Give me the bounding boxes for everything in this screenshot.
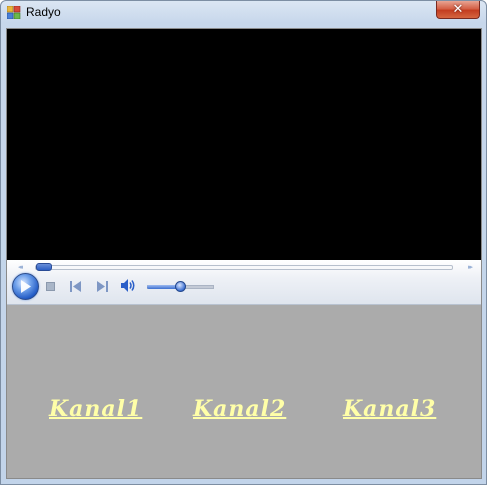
seek-thumb[interactable] xyxy=(36,263,52,271)
seek-back-icon[interactable]: ◂◂ xyxy=(18,263,23,271)
channel-link-1[interactable]: Kanal1 xyxy=(49,396,142,422)
play-icon xyxy=(21,280,31,293)
close-icon: ✕ xyxy=(452,2,464,17)
volume-icon[interactable] xyxy=(121,279,137,292)
previous-button[interactable] xyxy=(70,281,82,292)
client-area: ◂◂ ▸▸ Kanal1 Kanal2 Kanal3 xyxy=(6,28,482,479)
media-player[interactable]: ◂◂ ▸▸ xyxy=(7,29,481,305)
main-window: Radyo ✕ ◂◂ ▸▸ Kanal1 Kanal2 Kanal3 xyxy=(0,0,487,485)
volume-thumb[interactable] xyxy=(175,281,186,292)
seek-forward-icon[interactable]: ▸▸ xyxy=(468,263,473,271)
video-display[interactable] xyxy=(7,29,481,260)
play-button[interactable] xyxy=(12,273,39,300)
player-controls: ◂◂ ▸▸ xyxy=(7,260,481,305)
window-title: Radyo xyxy=(26,5,61,19)
channel-link-3[interactable]: Kanal3 xyxy=(343,396,436,422)
app-icon xyxy=(7,6,21,19)
seek-bar[interactable] xyxy=(35,265,453,270)
channel-link-2[interactable]: Kanal2 xyxy=(193,396,286,422)
close-button[interactable]: ✕ xyxy=(436,1,480,19)
stop-button[interactable] xyxy=(46,282,55,291)
next-button[interactable] xyxy=(96,281,108,292)
title-bar[interactable]: Radyo ✕ xyxy=(1,1,486,25)
